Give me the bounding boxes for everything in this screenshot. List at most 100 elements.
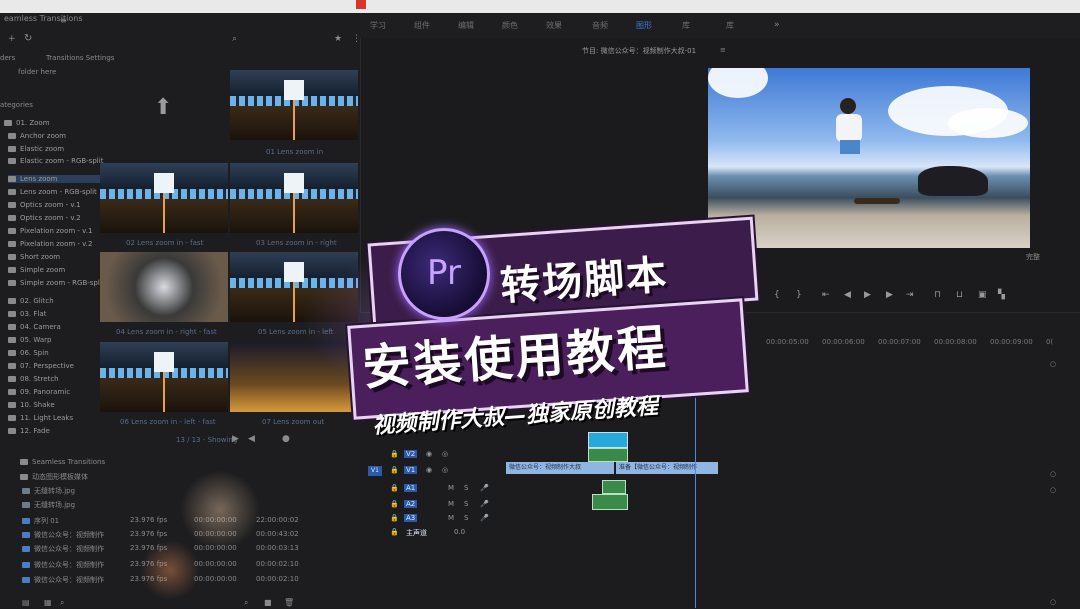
step-forward-icon[interactable]: ▶ <box>886 290 893 300</box>
mic-icon[interactable]: 🎤 <box>480 500 489 508</box>
category-item[interactable]: 12. Fade <box>8 427 50 435</box>
go-to-out-icon[interactable]: ⇥ <box>906 290 914 300</box>
delete-icon[interactable]: 🗑 <box>284 598 294 607</box>
workspace-tab[interactable]: 效果 <box>546 20 562 31</box>
category-item[interactable]: Pixelation zoom - v.1 <box>8 227 92 235</box>
workspace-tab[interactable]: 组件 <box>414 20 430 31</box>
category-item[interactable]: Anchor zoom <box>8 132 66 140</box>
refresh-icon[interactable]: ↻ <box>24 33 32 44</box>
category-item[interactable]: 05. Warp <box>8 336 51 344</box>
category-item[interactable]: Optics zoom - v.2 <box>8 214 81 222</box>
track-header[interactable]: 🔒 A2 M S 🎤 <box>368 500 489 512</box>
category-item[interactable]: 10. Shake <box>8 401 55 409</box>
camera-icon[interactable]: ▣ <box>978 290 987 300</box>
category-item[interactable]: Elastic zoom <box>8 145 64 153</box>
scroll-handle-icon[interactable]: ○ <box>1050 598 1056 606</box>
file-row[interactable]: Seamless Transitions <box>20 458 105 466</box>
master-volume[interactable]: 0.0 <box>454 528 465 536</box>
category-item[interactable]: 11. Light Leaks <box>8 414 73 422</box>
solo-button[interactable]: S <box>464 484 468 492</box>
category-item[interactable]: 07. Perspective <box>8 362 74 370</box>
workspace-tab[interactable]: 库 <box>726 20 734 31</box>
file-row[interactable]: 微信公众号：视频制作 <box>22 560 104 570</box>
category-item[interactable]: 04. Camera <box>8 323 61 331</box>
file-row[interactable]: 无缝转场.jpg <box>22 486 75 496</box>
transition-thumbnail[interactable] <box>230 252 358 322</box>
audio-clip[interactable] <box>592 494 628 510</box>
category-item[interactable]: 09. Panoramic <box>8 388 70 396</box>
tab-transition-settings[interactable]: Transitions Settings <box>46 54 114 62</box>
file-row[interactable]: 微信公众号：视频制作 <box>22 575 104 585</box>
track-label[interactable]: A2 <box>404 500 418 508</box>
audio-clip[interactable] <box>602 480 626 494</box>
workspace-tab[interactable]: 库 <box>682 20 690 31</box>
fit-select[interactable]: 完整 <box>1026 252 1040 262</box>
lock-icon[interactable]: 🔒 <box>390 450 399 458</box>
extract-icon[interactable]: ⊔ <box>956 290 963 300</box>
file-row[interactable]: 动态图形模板媒体 <box>20 472 88 482</box>
step-back-icon[interactable]: ◀ <box>844 290 851 300</box>
workspace-tab[interactable]: 编辑 <box>458 20 474 31</box>
mic-icon[interactable]: 🎤 <box>480 514 489 522</box>
category-item[interactable]: 06. Spin <box>8 349 49 357</box>
track-label[interactable]: V2 <box>404 450 418 458</box>
workspace-tab[interactable]: 学习 <box>370 20 386 31</box>
track-header[interactable]: 🔒 V2 ◉ ◎ <box>368 450 488 462</box>
mic-icon[interactable]: 🎤 <box>480 484 489 492</box>
star-icon[interactable]: ★ <box>334 34 342 44</box>
grid-view-icon[interactable]: ▦ <box>44 598 52 607</box>
category-item[interactable]: 02. Glitch <box>8 297 54 305</box>
category-item[interactable]: Optics zoom - v.1 <box>8 201 81 209</box>
program-menu-icon[interactable]: ≡ <box>720 46 726 54</box>
category-item[interactable]: Lens zoom <box>8 175 104 183</box>
category-item[interactable]: Elastic zoom - RGB-split <box>8 157 103 165</box>
file-row[interactable]: 微信公众号：视频制作 <box>22 544 104 554</box>
mute-button[interactable]: M <box>448 500 454 508</box>
graphic-clip[interactable] <box>588 448 628 462</box>
timeline-clip[interactable]: 微信公众号：视频制作大叔 <box>506 462 614 474</box>
rewind-icon[interactable]: ◀ <box>248 434 255 444</box>
solo-button[interactable]: S <box>464 500 468 508</box>
lock-icon[interactable]: 🔒 <box>390 466 399 474</box>
category-item[interactable]: Short zoom <box>8 253 60 261</box>
scroll-handle-icon[interactable]: ○ <box>1050 486 1056 494</box>
track-label[interactable]: A3 <box>404 514 418 522</box>
category-item[interactable]: Pixelation zoom - v.2 <box>8 240 92 248</box>
workspace-tab[interactable]: 音频 <box>592 20 608 31</box>
eye-icon[interactable]: ◉ <box>426 466 432 474</box>
eye-icon[interactable]: ◉ <box>426 450 432 458</box>
search-bin-icon[interactable]: ⌕ <box>244 598 248 608</box>
transition-thumbnail[interactable] <box>100 252 228 322</box>
track-label[interactable]: A1 <box>404 484 418 492</box>
panel-menu-icon[interactable]: ≡ <box>60 16 67 25</box>
transition-thumbnail[interactable] <box>100 163 228 233</box>
track-header[interactable]: 🔒 主声道 0.0 <box>368 528 488 540</box>
find-icon[interactable]: ⌕ <box>60 598 64 608</box>
file-row[interactable]: 序列 01 <box>22 516 59 526</box>
category-item[interactable]: Lens zoom - RGB-split <box>8 188 97 196</box>
mute-button[interactable]: M <box>448 484 454 492</box>
record-icon[interactable]: ● <box>282 434 290 444</box>
scroll-handle-icon[interactable]: ○ <box>1050 360 1056 368</box>
more-workspaces-icon[interactable]: » <box>774 20 780 30</box>
sync-icon[interactable]: ◎ <box>442 450 448 458</box>
transition-thumbnail[interactable] <box>230 342 358 412</box>
export-frame-icon[interactable]: ▚ <box>998 290 1005 300</box>
category-item[interactable]: 08. Stretch <box>8 375 59 383</box>
scroll-handle-icon[interactable]: ○ <box>1050 470 1056 478</box>
category-item[interactable]: 03. Flat <box>8 310 46 318</box>
lift-icon[interactable]: ⊓ <box>934 290 941 300</box>
go-to-in-icon[interactable]: ⇤ <box>822 290 830 300</box>
file-row[interactable]: 微信公众号：视频制作 <box>22 530 104 540</box>
transition-thumbnail[interactable] <box>230 163 358 233</box>
track-header[interactable]: V1 🔒 V1 ◉ ◎ <box>368 466 488 478</box>
play-button-icon[interactable]: ▶ <box>864 290 871 300</box>
track-label[interactable]: V1 <box>404 466 418 474</box>
transition-thumbnail[interactable] <box>230 70 358 140</box>
list-view-icon[interactable]: ▤ <box>22 598 30 607</box>
lock-icon[interactable]: 🔒 <box>390 514 399 522</box>
mute-button[interactable]: M <box>448 514 454 522</box>
source-patch[interactable]: V1 <box>368 466 382 476</box>
track-header[interactable]: 🔒 A1 M S 🎤 <box>368 484 489 496</box>
category-item[interactable]: Simple zoom <box>8 266 65 274</box>
